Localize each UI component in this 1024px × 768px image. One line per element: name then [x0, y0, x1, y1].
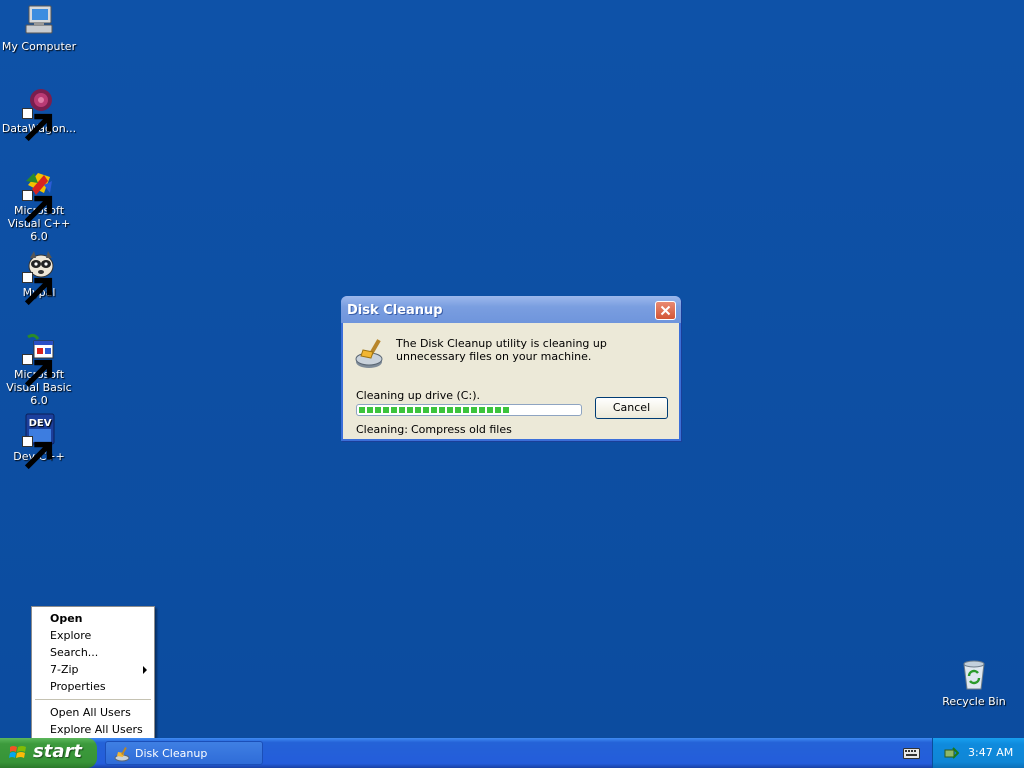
menu-item-open[interactable]: Open — [32, 610, 154, 627]
datawagon-icon — [22, 85, 56, 142]
keyboard-icon[interactable] — [903, 746, 920, 760]
menu-item-explore[interactable]: Explore — [32, 627, 154, 644]
shortcut-arrow-icon — [22, 272, 53, 306]
menu-item-7zip[interactable]: 7-Zip — [32, 661, 154, 678]
desktop: My Computer DataWagon... Microsoft Visua… — [0, 0, 1024, 740]
desktop-icon-mypal[interactable]: Mypal — [0, 249, 78, 306]
start-label: start — [33, 741, 82, 762]
status-value: Compress old files — [411, 423, 512, 436]
dialog-title: Disk Cleanup — [347, 303, 443, 318]
desktop-icon-dev-cpp[interactable]: DEV Dev-C++ — [0, 413, 78, 470]
progress-bar — [356, 404, 582, 416]
dev-icon-text: DEV — [29, 418, 52, 429]
disk-cleanup-dialog: Disk Cleanup The Disk Cleanup utility is… — [341, 296, 681, 441]
menu-item-properties[interactable]: Properties — [32, 678, 154, 695]
disk-cleanup-icon — [353, 336, 389, 372]
submenu-arrow-icon — [143, 666, 147, 674]
desktop-icon-visual-cpp[interactable]: Microsoft Visual C++ 6.0 — [0, 167, 78, 243]
taskbar: start Disk Cleanup 3:47 AM — [0, 738, 1024, 768]
dialog-message: The Disk Cleanup utility is cleaning up … — [396, 337, 607, 363]
menu-item-search[interactable]: Search... — [32, 644, 154, 661]
status-label: Cleaning: — [356, 423, 408, 436]
mypal-icon — [22, 249, 56, 306]
desktop-icon-datawagon[interactable]: DataWagon... — [0, 85, 78, 142]
windows-logo-icon — [9, 746, 26, 758]
menu-separator — [35, 699, 151, 700]
desktop-icon-label: My Computer — [1, 40, 77, 53]
safely-remove-hardware-icon[interactable] — [943, 745, 959, 761]
menu-item-explore-all-users[interactable]: Explore All Users — [32, 721, 154, 738]
menu-item-open-all-users[interactable]: Open All Users — [32, 704, 154, 721]
close-icon — [660, 305, 671, 316]
shortcut-arrow-icon — [22, 354, 53, 388]
visual-basic-icon — [22, 331, 56, 388]
drive-label: Cleaning up drive (C:). — [356, 389, 480, 402]
desktop-icon-visual-basic[interactable]: Microsoft Visual Basic 6.0 — [0, 331, 78, 407]
context-menu: Open Explore Search... 7-Zip Properties … — [31, 606, 155, 740]
desktop-icon-my-computer[interactable]: My Computer — [0, 3, 78, 53]
clock[interactable]: 3:47 AM — [968, 746, 1013, 759]
cancel-button[interactable]: Cancel — [595, 397, 668, 419]
my-computer-icon — [22, 3, 56, 37]
progress-fill — [359, 407, 509, 413]
taskbar-button-disk-cleanup[interactable]: Disk Cleanup — [105, 741, 263, 765]
start-button[interactable]: start — [0, 738, 97, 768]
desktop-icon-recycle-bin[interactable]: Recycle Bin — [935, 658, 1013, 708]
recycle-bin-icon — [957, 658, 991, 692]
shortcut-arrow-icon — [22, 436, 53, 470]
desktop-icon-label: Recycle Bin — [942, 695, 1006, 708]
dev-cpp-icon: DEV — [22, 413, 56, 470]
shortcut-arrow-icon — [22, 108, 53, 142]
visual-cpp-icon — [22, 167, 56, 224]
taskbar-button-label: Disk Cleanup — [135, 747, 208, 760]
disk-cleanup-icon — [114, 747, 130, 762]
close-button[interactable] — [655, 301, 676, 320]
dialog-titlebar[interactable]: Disk Cleanup — [341, 296, 681, 323]
shortcut-arrow-icon — [22, 190, 53, 224]
menu-item-label: 7-Zip — [50, 663, 79, 676]
system-tray: 3:47 AM — [932, 738, 1024, 768]
